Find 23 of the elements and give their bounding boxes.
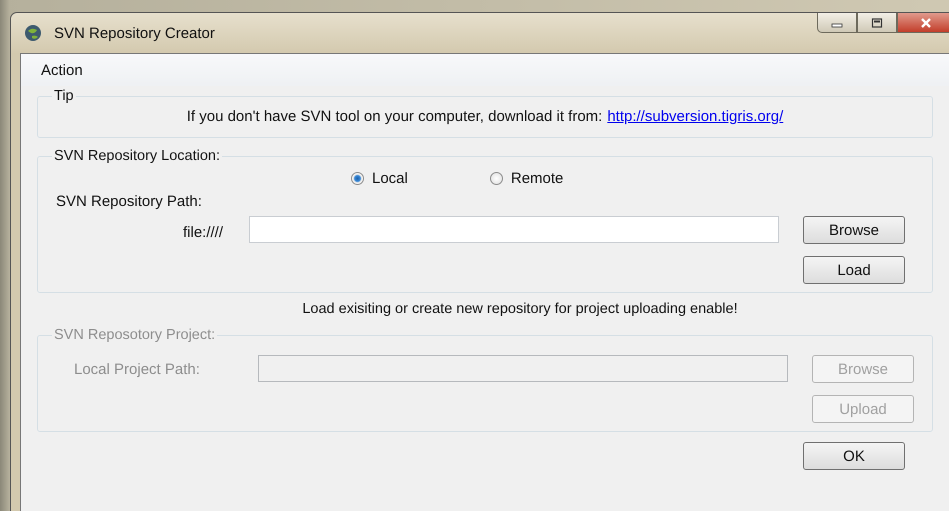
maximize-icon	[871, 18, 883, 28]
close-button[interactable]	[897, 13, 949, 33]
window-title: SVN Repository Creator	[54, 24, 215, 42]
minimize-button[interactable]	[817, 13, 857, 33]
group-title: SVN Reposotory Project:	[53, 327, 216, 343]
globe-icon	[24, 24, 42, 42]
field-label: SVN Repository Path:	[56, 193, 203, 210]
path-field[interactable]	[249, 216, 779, 243]
radio-option[interactable]: Remote	[490, 170, 564, 187]
field-label: Local Project Path:	[73, 361, 201, 378]
path-prefix: file:////	[182, 224, 223, 241]
ok-button[interactable]: OK	[803, 442, 905, 470]
group-title: Tip	[53, 88, 75, 104]
maximize-button[interactable]	[857, 13, 897, 33]
dialog-button[interactable]: Browse	[803, 216, 905, 244]
group-title: SVN Repository Location:	[53, 148, 222, 164]
status-message: Load exisiting or create new repository for project uploading enable!	[301, 301, 739, 317]
download-link[interactable]: http://subversion.tigris.org/	[607, 108, 784, 125]
close-icon	[919, 16, 933, 28]
radio-option[interactable]: Local	[351, 170, 408, 187]
menu-item[interactable]: Action	[41, 62, 83, 78]
dialog-button[interactable]: Load	[803, 256, 905, 284]
tip-text: If you don't have SVN tool on your computer, download it from:	[186, 108, 602, 125]
